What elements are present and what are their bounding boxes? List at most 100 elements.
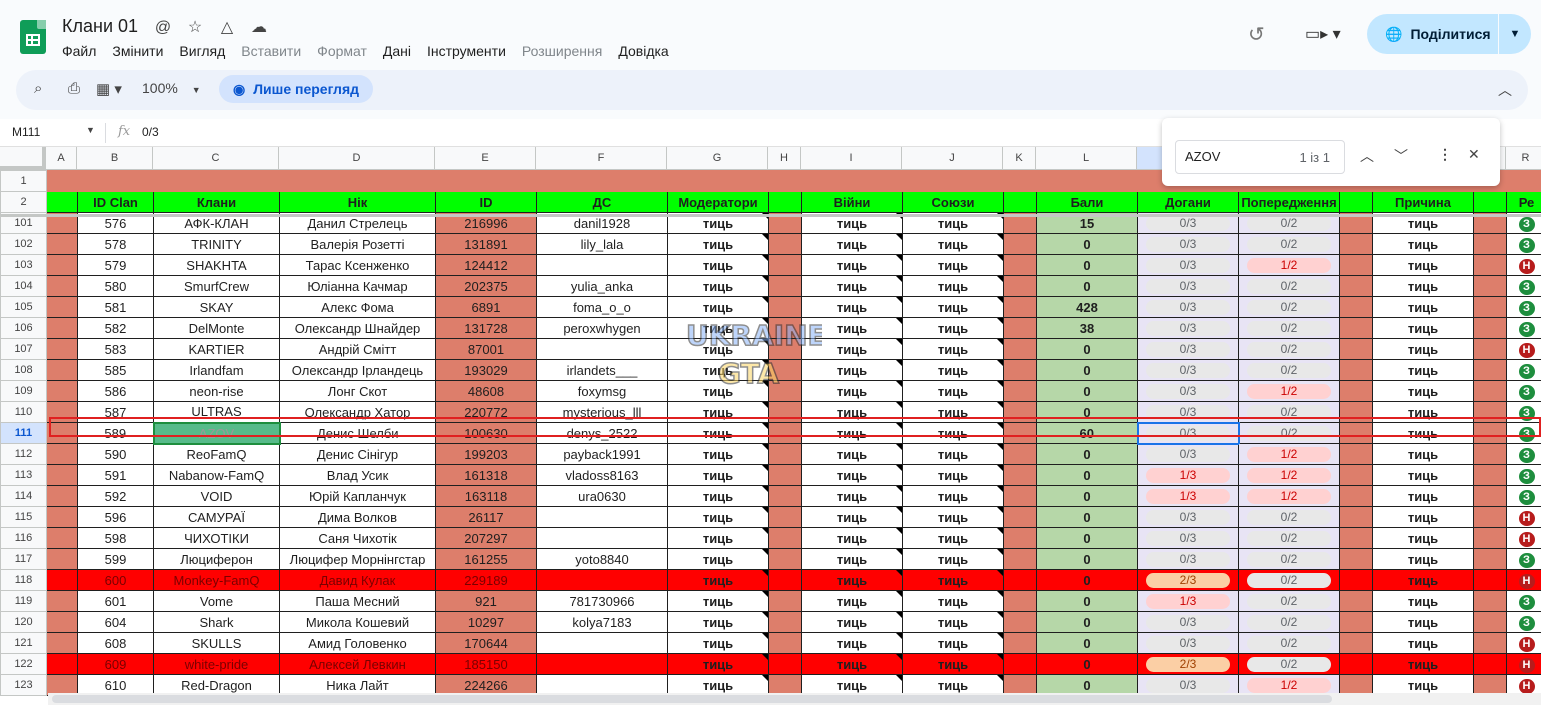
cell-h[interactable] bbox=[768, 527, 802, 549]
warnings-chip[interactable]: 0/2 bbox=[1247, 321, 1331, 336]
moderators-cell[interactable]: тиць bbox=[667, 443, 769, 465]
cell-a[interactable] bbox=[46, 590, 78, 612]
moderators-cell[interactable]: тиць bbox=[667, 464, 769, 486]
warnings-cell[interactable]: 0/2 bbox=[1238, 359, 1340, 381]
row-header[interactable]: 117 bbox=[0, 548, 47, 570]
cell-h[interactable] bbox=[768, 485, 802, 507]
status-cell[interactable]: З bbox=[1506, 443, 1541, 465]
row-header[interactable]: 123 bbox=[0, 674, 47, 696]
row-header[interactable]: 110 bbox=[0, 401, 47, 423]
column-title-cell[interactable] bbox=[1003, 191, 1037, 213]
row-header[interactable]: 118 bbox=[0, 569, 47, 591]
cell-o[interactable] bbox=[1339, 317, 1373, 339]
reason-cell[interactable]: тиць bbox=[1372, 317, 1474, 339]
warnings-cell[interactable]: 0/2 bbox=[1238, 338, 1340, 360]
warnings-cell[interactable]: 0/2 bbox=[1238, 233, 1340, 255]
clan-id-cell[interactable]: 596 bbox=[77, 506, 154, 528]
discord-cell[interactable]: vladoss8163 bbox=[536, 464, 668, 486]
cell-q[interactable] bbox=[1473, 359, 1507, 381]
cell-h[interactable] bbox=[768, 632, 802, 654]
column-header[interactable]: J bbox=[902, 147, 1003, 170]
cell-k[interactable] bbox=[1003, 338, 1037, 360]
reason-cell[interactable]: тиць bbox=[1372, 590, 1474, 612]
cell-o[interactable] bbox=[1339, 569, 1373, 591]
warnings-cell[interactable]: 1/2 bbox=[1238, 485, 1340, 507]
moderators-cell[interactable]: тиць bbox=[667, 590, 769, 612]
warnings-chip[interactable]: 0/2 bbox=[1247, 552, 1331, 567]
reprimands-chip[interactable]: 0/3 bbox=[1146, 216, 1230, 231]
alliances-cell[interactable]: тиць bbox=[902, 338, 1004, 360]
alliances-cell[interactable]: тиць bbox=[902, 233, 1004, 255]
moderators-cell[interactable]: тиць bbox=[667, 527, 769, 549]
nick-cell[interactable]: Дима Волков bbox=[279, 506, 436, 528]
warnings-cell[interactable]: 1/2 bbox=[1238, 254, 1340, 276]
reprimands-chip[interactable]: 0/3 bbox=[1146, 363, 1230, 378]
cell-a[interactable] bbox=[46, 254, 78, 276]
wars-cell[interactable]: тиць bbox=[801, 548, 903, 570]
menu-item[interactable]: Розширення bbox=[522, 41, 610, 61]
share-button[interactable]: 🌐 Поділитися ▼ bbox=[1367, 14, 1531, 54]
id-cell[interactable]: 202375 bbox=[435, 275, 537, 297]
moderators-cell[interactable]: тиць bbox=[667, 422, 769, 444]
clan-id-cell[interactable]: 590 bbox=[77, 443, 154, 465]
status-chip[interactable]: З bbox=[1518, 300, 1535, 316]
cell-q[interactable] bbox=[1473, 443, 1507, 465]
name-box-dropdown-icon[interactable]: ▼ bbox=[86, 125, 95, 135]
moderators-cell[interactable]: тиць bbox=[667, 485, 769, 507]
cell-q[interactable] bbox=[1473, 485, 1507, 507]
warnings-chip[interactable]: 1/2 bbox=[1247, 384, 1331, 399]
status-chip[interactable]: З bbox=[1518, 426, 1535, 442]
nick-cell[interactable]: Денис Сінігур bbox=[279, 443, 436, 465]
nick-cell[interactable]: Олександр Хатор bbox=[279, 401, 436, 423]
reprimands-chip[interactable]: 0/3 bbox=[1146, 300, 1230, 315]
points-cell[interactable]: 0 bbox=[1036, 359, 1138, 381]
column-header[interactable]: R bbox=[1506, 147, 1541, 170]
cell-h[interactable] bbox=[768, 380, 802, 402]
warnings-cell[interactable]: 0/2 bbox=[1238, 422, 1340, 444]
alliances-cell[interactable]: тиць bbox=[902, 275, 1004, 297]
star-icon[interactable]: ☆ bbox=[184, 18, 206, 38]
id-cell[interactable]: 161255 bbox=[435, 548, 537, 570]
warnings-chip[interactable]: 0/2 bbox=[1247, 300, 1331, 315]
id-cell[interactable]: 6891 bbox=[435, 296, 537, 318]
cell-k[interactable] bbox=[1003, 380, 1037, 402]
cell-h[interactable] bbox=[768, 653, 802, 675]
status-chip[interactable]: З bbox=[1518, 363, 1535, 379]
row-header[interactable]: 107 bbox=[0, 338, 47, 360]
status-chip[interactable]: Н bbox=[1518, 342, 1535, 358]
clan-id-cell[interactable]: 608 bbox=[77, 632, 154, 654]
row-header[interactable]: 109 bbox=[0, 380, 47, 402]
status-cell[interactable]: Н bbox=[1506, 254, 1541, 276]
clan-id-cell[interactable]: 582 bbox=[77, 317, 154, 339]
moderators-cell[interactable]: тиць bbox=[667, 275, 769, 297]
cell-o[interactable] bbox=[1339, 485, 1373, 507]
alliances-cell[interactable]: тиць bbox=[902, 359, 1004, 381]
reprimands-cell[interactable]: 0/3 bbox=[1137, 317, 1239, 339]
find-previous-icon[interactable]: ︿ bbox=[1360, 146, 1374, 166]
drive-move-icon[interactable]: △ bbox=[216, 18, 238, 38]
wars-cell[interactable]: тиць bbox=[801, 632, 903, 654]
discord-cell[interactable]: 781730966 bbox=[536, 590, 668, 612]
reprimands-cell[interactable]: 0/3 bbox=[1137, 401, 1239, 423]
column-header[interactable]: A bbox=[46, 147, 77, 170]
reason-cell[interactable]: тиць bbox=[1372, 233, 1474, 255]
reprimands-chip[interactable]: 0/3 bbox=[1146, 510, 1230, 525]
alliances-cell[interactable]: тиць bbox=[902, 254, 1004, 276]
alliances-cell[interactable]: тиць bbox=[902, 443, 1004, 465]
reason-cell[interactable]: тиць bbox=[1372, 527, 1474, 549]
alliances-cell[interactable]: тиць bbox=[902, 464, 1004, 486]
cell-k[interactable] bbox=[1003, 296, 1037, 318]
status-cell[interactable]: Н bbox=[1506, 632, 1541, 654]
cell-q[interactable] bbox=[1473, 569, 1507, 591]
cell[interactable] bbox=[1506, 170, 1541, 192]
nick-cell[interactable]: Андрій Смітт bbox=[279, 338, 436, 360]
reprimands-cell[interactable]: 0/3 bbox=[1136, 421, 1240, 445]
column-header[interactable]: D bbox=[279, 147, 435, 170]
wars-cell[interactable]: тиць bbox=[801, 254, 903, 276]
points-cell[interactable]: 60 bbox=[1036, 422, 1138, 444]
reprimands-cell[interactable]: 0/3 bbox=[1137, 233, 1239, 255]
clan-name-cell[interactable]: KARTIER bbox=[153, 338, 280, 360]
cell-k[interactable] bbox=[1003, 275, 1037, 297]
view-mode-icon[interactable]: ▦ ▾ bbox=[96, 80, 122, 98]
clan-name-cell[interactable]: TRINITY bbox=[153, 233, 280, 255]
